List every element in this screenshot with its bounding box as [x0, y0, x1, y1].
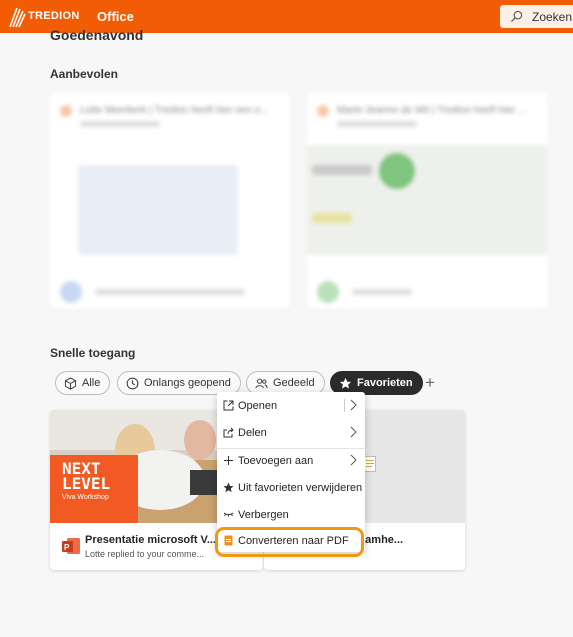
thumbnail-subtitle: Viva Workshop — [62, 494, 109, 501]
chevron-right-icon[interactable] — [349, 399, 357, 411]
chevron-right-icon — [350, 426, 357, 438]
blurred-shape — [379, 153, 415, 189]
menu-split-divider — [344, 399, 345, 412]
svg-text:P: P — [64, 543, 70, 552]
greeting-heading: Goedenavond — [50, 27, 144, 43]
recommended-heading: Aanbevolen — [50, 67, 119, 81]
recommended-card-title: Lotte Meerkerk | Tredion heeft hier een … — [80, 105, 269, 116]
open-icon — [223, 400, 234, 411]
menu-item-remove-favorite[interactable]: Uit favorieten verwijderen — [217, 476, 365, 500]
blurred-text — [80, 121, 160, 127]
blurred-text — [337, 121, 417, 127]
thumbnail-title-line2: LEVEL — [62, 474, 111, 493]
filter-all[interactable]: Alle — [55, 371, 111, 395]
filter-all-label: Alle — [82, 377, 101, 389]
menu-item-open[interactable]: Openen — [217, 394, 365, 418]
recommended-card[interactable]: Lotte Meerkerk | Tredion heeft hier een … — [50, 93, 290, 309]
blurred-text — [312, 213, 352, 223]
blurred-preview — [307, 145, 547, 255]
tredion-logo-icon[interactable] — [7, 6, 27, 28]
chevron-right-icon — [350, 454, 357, 466]
hide-icon — [223, 512, 234, 517]
blurred-text — [95, 289, 245, 295]
menu-item-open-label: Openen — [238, 400, 278, 412]
search-box[interactable]: Zoeken — [500, 5, 573, 28]
quick-access-heading: Snelle toegang — [50, 346, 136, 360]
avatar — [60, 105, 72, 117]
search-icon — [510, 10, 523, 23]
menu-item-remove-favorite-label: Uit favorieten verwijderen — [238, 482, 363, 494]
highlight-annotation — [215, 527, 364, 557]
menu-item-hide[interactable]: Verbergen — [217, 503, 365, 527]
brand-name[interactable]: TREDION — [28, 10, 80, 22]
blurred-preview — [78, 165, 238, 255]
star-filled-icon — [223, 482, 234, 493]
plus-icon — [224, 456, 233, 465]
share-icon — [223, 427, 234, 438]
filter-recent-label: Onlangs geopend — [144, 377, 231, 389]
menu-item-add-to[interactable]: Toevoegen aan — [217, 449, 365, 473]
cube-icon — [64, 376, 77, 390]
menu-item-share-label: Delen — [238, 427, 267, 439]
avatar — [60, 281, 82, 303]
search-label: Zoeken — [532, 10, 573, 24]
menu-item-add-to-label: Toevoegen aan — [238, 455, 314, 467]
star-icon — [339, 377, 352, 389]
filter-favorites-label: Favorieten — [357, 377, 413, 389]
filter-shared-label: Gedeeld — [273, 377, 315, 389]
add-filter-button[interactable]: + — [425, 373, 435, 393]
blurred-text — [312, 165, 372, 175]
recommended-card-title: Marie-Jeanne de Wit | Tredion heeft hier… — [337, 105, 527, 116]
thumbnail-title: NEXT LEVEL — [62, 461, 111, 493]
avatar — [317, 281, 339, 303]
app-name[interactable]: Office — [97, 9, 134, 24]
recommended-card[interactable]: Marie-Jeanne de Wit | Tredion heeft hier… — [307, 93, 547, 309]
document-icon — [364, 456, 376, 472]
file-activity: Lotte replied to your comme... — [85, 549, 205, 559]
menu-item-share[interactable]: Delen — [217, 421, 365, 445]
blurred-text — [352, 289, 412, 295]
menu-item-hide-label: Verbergen — [238, 509, 289, 521]
powerpoint-icon: P — [62, 538, 80, 554]
avatar — [317, 105, 329, 117]
clock-icon — [126, 377, 139, 389]
file-name[interactable]: Presentatie microsoft V... — [85, 534, 216, 546]
people-icon — [255, 378, 268, 388]
